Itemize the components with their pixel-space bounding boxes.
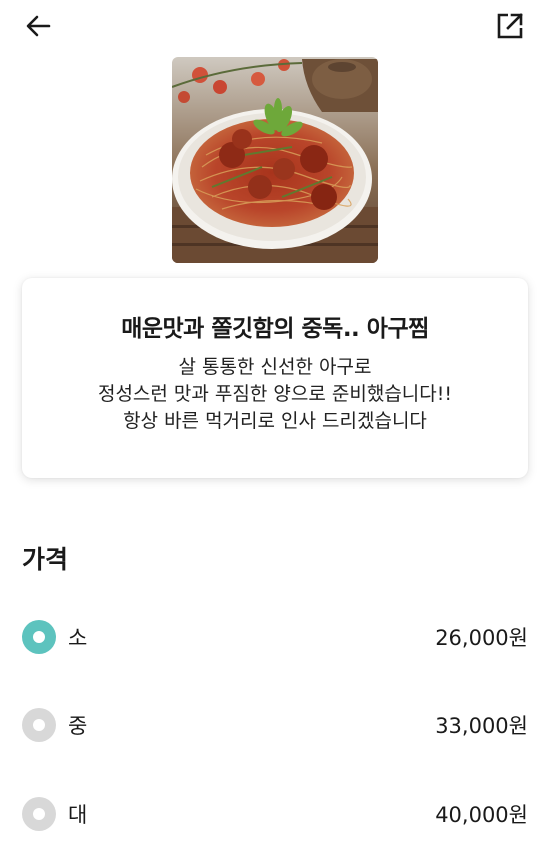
size-label: 소 (68, 626, 88, 650)
radio-button[interactable] (22, 797, 56, 831)
menu-description-line: 항상 바른 먹거리로 인사 드리겠습니다 (123, 410, 427, 432)
menu-description: 살 통통한 신선한 아구로 정성스런 맛과 푸짐한 양으로 준비했습니다!! 항… (22, 354, 528, 435)
arrow-left-icon (26, 15, 51, 37)
menu-description-line: 정성스런 맛과 푸짐한 양으로 준비했습니다!! (97, 383, 453, 405)
external-link-icon (497, 13, 523, 39)
price-value: 33,000원 (435, 714, 528, 738)
price-option-medium[interactable]: 중 33,000원 (22, 703, 528, 747)
menu-title: 매운맛과 쫄깃함의 중독.. 아구찜 (121, 316, 429, 342)
menu-description-line: 살 통통한 신선한 아구로 (178, 356, 372, 378)
price-value: 26,000원 (435, 626, 528, 650)
price-option-small[interactable]: 소 26,000원 (22, 615, 528, 659)
top-bar (0, 0, 550, 56)
radio-button[interactable] (22, 708, 56, 742)
size-label: 대 (68, 803, 88, 827)
share-button[interactable] (492, 8, 528, 44)
menu-photo (172, 57, 378, 263)
price-section-title: 가격 (22, 545, 69, 574)
back-button[interactable] (20, 8, 56, 44)
price-option-large[interactable]: 대 40,000원 (22, 792, 528, 836)
radio-button-selected[interactable] (22, 620, 56, 654)
size-label: 중 (68, 714, 88, 738)
price-value: 40,000원 (435, 803, 528, 827)
menu-info-card: 매운맛과 쫄깃함의 중독.. 아구찜 살 통통한 신선한 아구로 정성스런 맛과… (22, 278, 528, 478)
